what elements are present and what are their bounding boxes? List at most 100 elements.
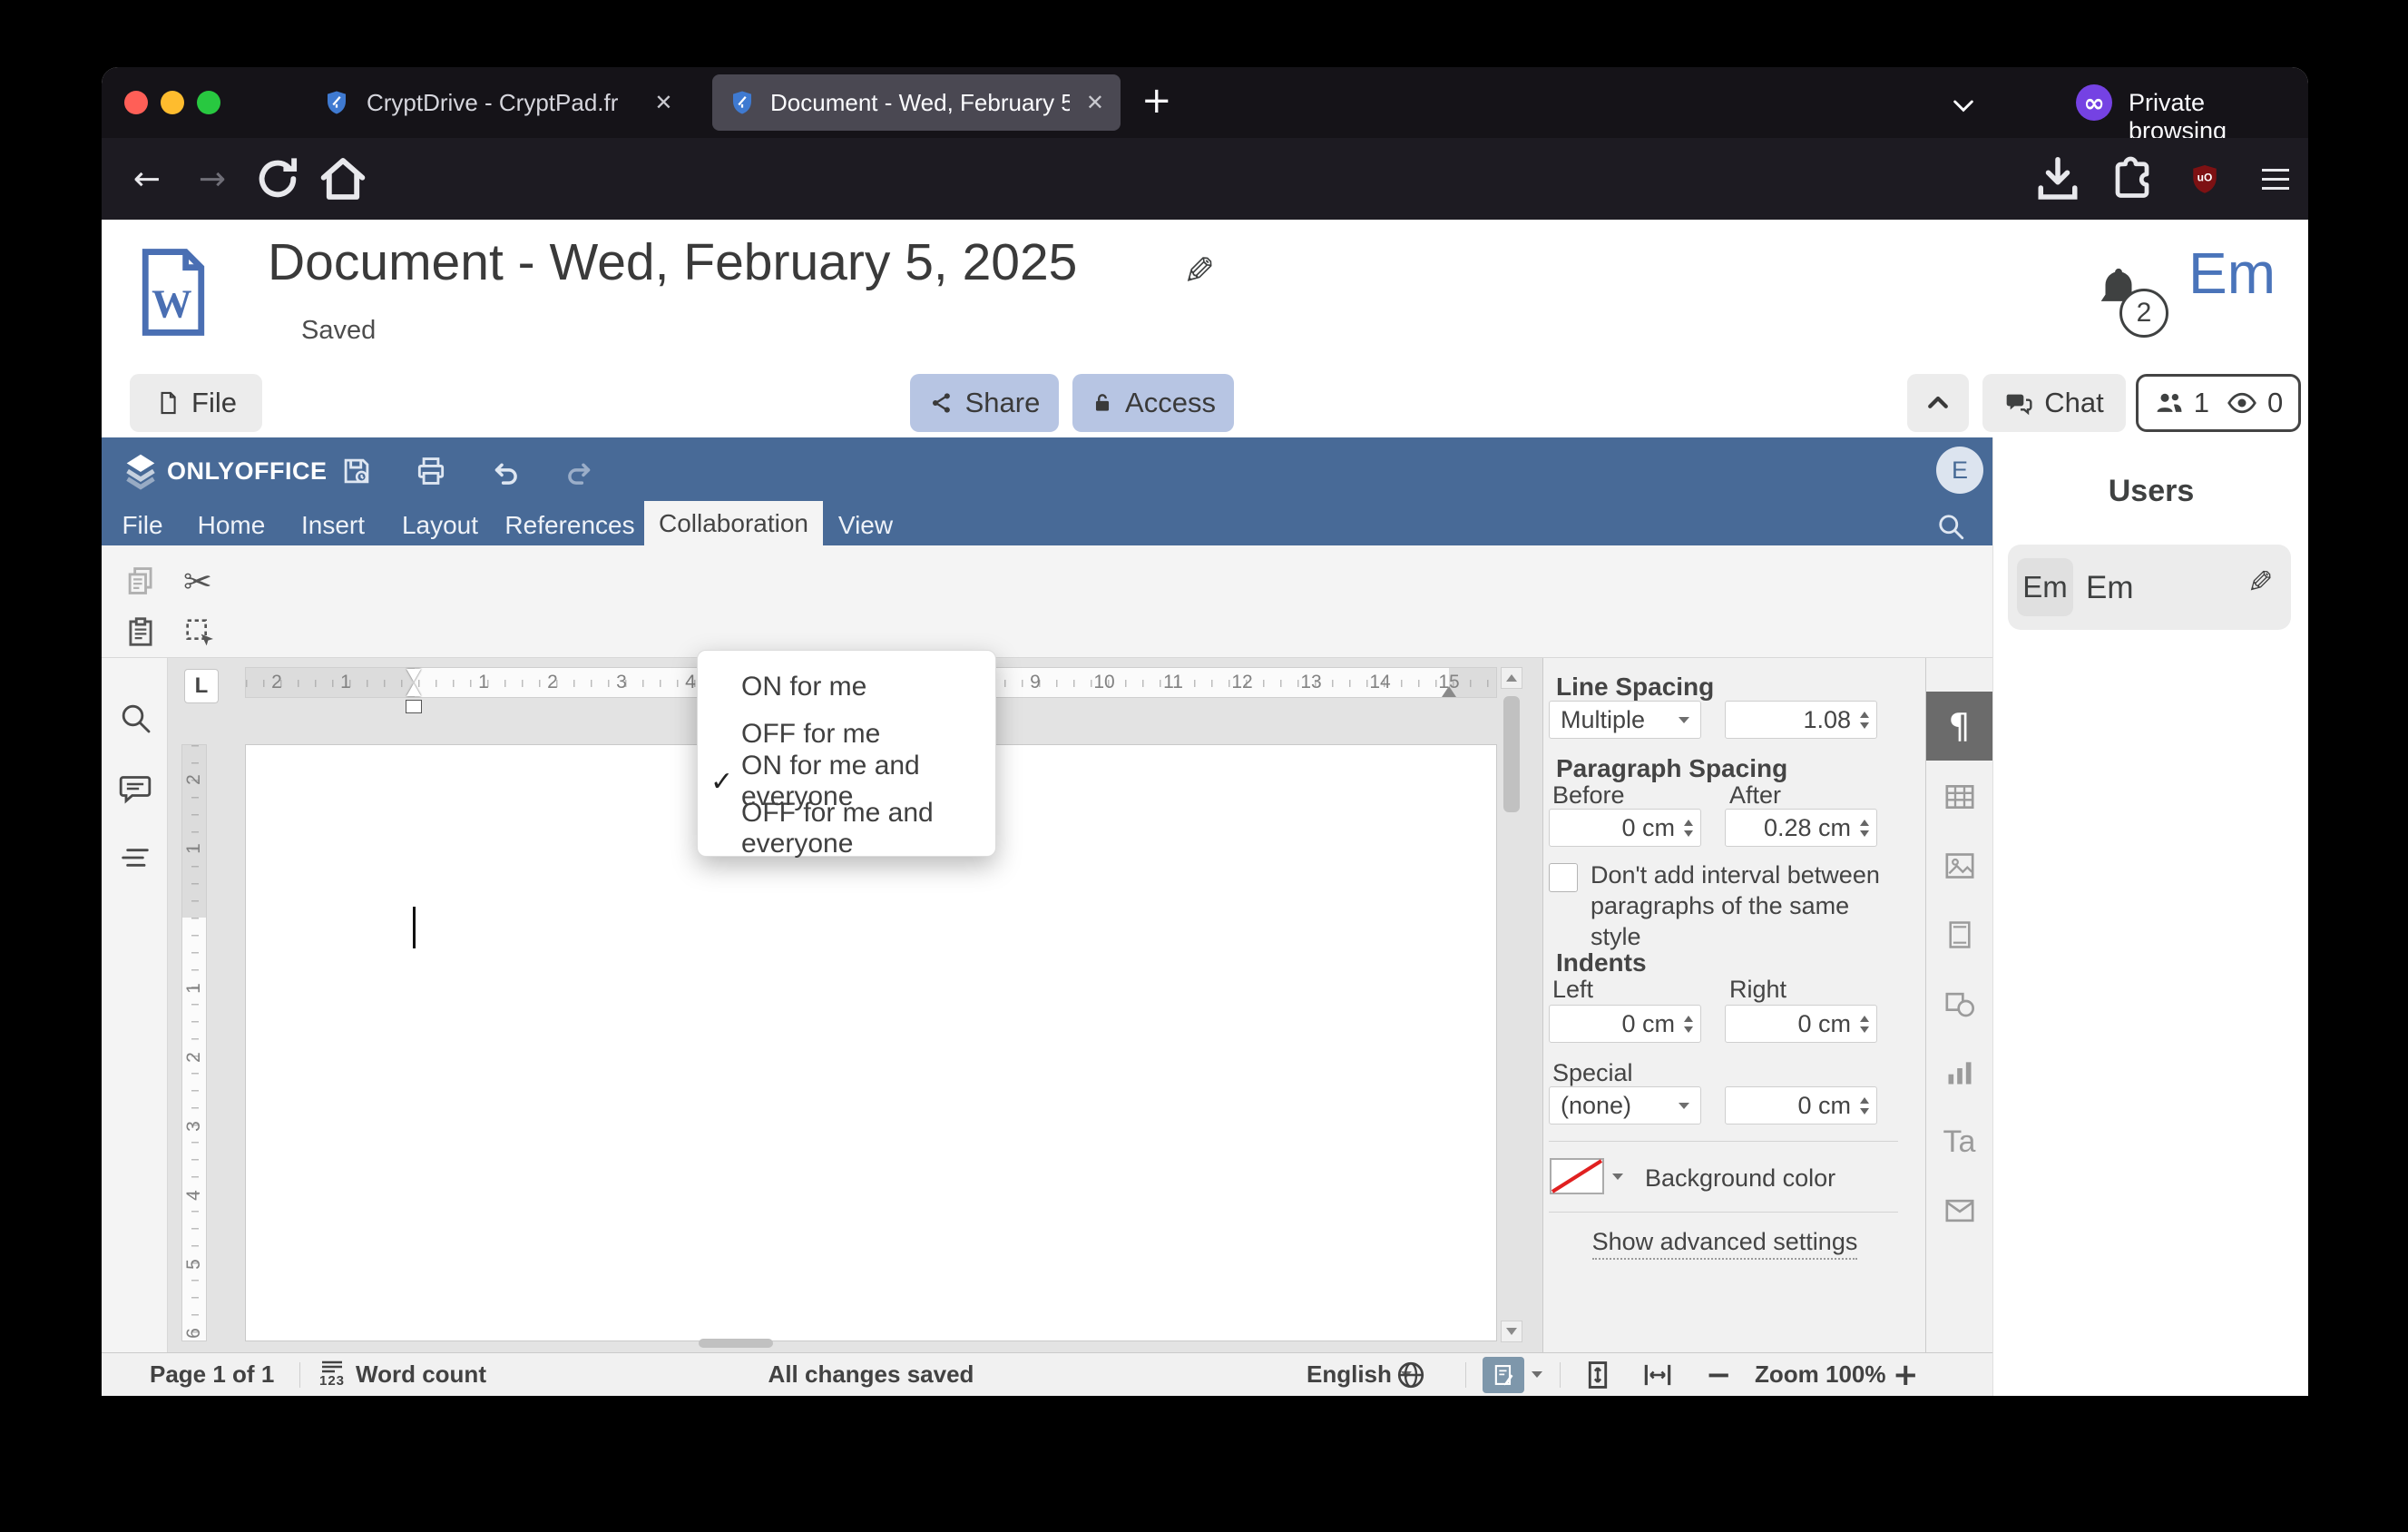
dropdown-item-on-for-me[interactable]: ON for me <box>698 663 995 711</box>
document-title[interactable]: Document - Wed, February 5, 2025 <box>268 232 1077 292</box>
new-tab-button[interactable]: + <box>1141 80 1172 122</box>
background-color-picker[interactable] <box>1549 1156 1629 1196</box>
file-button[interactable]: File <box>130 374 262 432</box>
minimize-window-button[interactable] <box>161 91 184 114</box>
line-spacing-label: Line Spacing <box>1556 673 1715 701</box>
special-select[interactable]: (none) <box>1549 1086 1701 1124</box>
select-all-icon[interactable] <box>181 614 218 651</box>
save-icon[interactable] <box>339 454 374 488</box>
scroll-down-arrow[interactable] <box>1501 1321 1522 1342</box>
textart-settings-icon[interactable]: Ta <box>1926 1107 1992 1176</box>
share-button[interactable]: Share <box>910 374 1059 432</box>
cryptpad-action-row: File Share Access Chat 1 0 <box>102 372 2308 437</box>
undo-icon[interactable] <box>488 456 523 490</box>
ublock-origin-icon[interactable]: uO <box>2178 138 2232 220</box>
zoom-in-button[interactable]: + <box>1893 1353 1919 1396</box>
advanced-settings-link[interactable]: Show advanced settings <box>1543 1228 1906 1260</box>
track-toggle-chevron-icon[interactable] <box>1532 1371 1542 1378</box>
spellcheck-globe-icon[interactable] <box>1395 1353 1427 1396</box>
tab-layout[interactable]: Layout <box>402 505 478 545</box>
tab-stop-selector[interactable]: L <box>184 669 219 703</box>
ruler-number: 1 <box>183 843 204 854</box>
indent-right-spinner[interactable]: 0 cm <box>1725 1005 1877 1043</box>
tab-collaboration-active[interactable]: Collaboration <box>644 501 823 545</box>
track-changes-toggle[interactable] <box>1483 1357 1524 1393</box>
page-indicator[interactable]: Page 1 of 1 <box>150 1353 274 1396</box>
tab-view[interactable]: View <box>838 505 893 545</box>
mail-merge-icon[interactable] <box>1926 1176 1992 1245</box>
print-icon[interactable] <box>414 454 448 488</box>
tab-home[interactable]: Home <box>196 505 267 545</box>
paste-icon[interactable] <box>123 614 158 649</box>
horizontal-scrollbar-thumb[interactable] <box>699 1339 773 1348</box>
spacing-before-spinner[interactable]: 0 cm <box>1549 809 1701 847</box>
close-window-button[interactable] <box>124 91 148 114</box>
tab-cryptdrive[interactable]: CryptDrive - CryptPad.fr ✕ <box>308 74 708 131</box>
home-button[interactable] <box>314 138 372 220</box>
indent-marker[interactable] <box>406 669 422 713</box>
scrollbar-thumb[interactable] <box>1503 696 1520 812</box>
status-bar: Page 1 of 1 123 Word count All changes s… <box>102 1352 1992 1396</box>
lock-icon <box>1095 394 1110 411</box>
ruler-number: 2 <box>271 672 282 692</box>
image-settings-icon[interactable] <box>1926 831 1992 900</box>
fit-width-button[interactable] <box>1640 1353 1675 1396</box>
zoom-level: Zoom 100% <box>1755 1360 1886 1388</box>
scroll-up-arrow[interactable] <box>1501 667 1522 689</box>
tab-references[interactable]: References <box>504 505 634 545</box>
tab-title: CryptDrive - CryptPad.fr <box>367 88 619 116</box>
menu-hamburger-button[interactable] <box>2248 138 2303 220</box>
access-button[interactable]: Access <box>1072 374 1234 432</box>
interval-checkbox[interactable] <box>1549 863 1578 892</box>
dropdown-item-off-for-everyone[interactable]: OFF for me and everyone <box>698 798 995 859</box>
chart-settings-icon[interactable] <box>1926 1038 1992 1107</box>
cryptpad-header: W Document - Wed, February 5, 2025 ✎ Sav… <box>102 220 2308 372</box>
forward-button[interactable]: → <box>183 138 241 220</box>
editor-user-avatar[interactable]: E <box>1936 447 1983 494</box>
fit-page-button[interactable] <box>1581 1353 1615 1396</box>
tab-document-active[interactable]: Document - Wed, February 5, 2 ✕ <box>712 74 1121 131</box>
zoom-out-button[interactable]: − <box>1706 1353 1732 1396</box>
editors-count: 1 <box>2193 387 2209 418</box>
line-spacing-spinner[interactable]: 1.08 <box>1725 701 1877 739</box>
right-indent-marker[interactable] <box>1442 686 1456 697</box>
navigation-headings-icon[interactable] <box>117 840 153 876</box>
close-tab-icon[interactable]: ✕ <box>1086 90 1104 115</box>
header-footer-settings-icon[interactable] <box>1926 900 1992 969</box>
cut-icon[interactable]: ✂ <box>183 562 212 602</box>
collapse-toolbar-button[interactable] <box>1907 374 1969 432</box>
tab-insert[interactable]: Insert <box>296 505 370 545</box>
shape-settings-icon[interactable] <box>1926 969 1992 1038</box>
list-tabs-chevron-icon[interactable] <box>1949 91 1978 120</box>
comments-icon[interactable] <box>117 771 153 807</box>
edit-title-pencil-icon[interactable]: ✎ <box>1183 249 1215 293</box>
special-spinner[interactable]: 0 cm <box>1725 1086 1877 1124</box>
redo-icon[interactable] <box>563 456 597 490</box>
tab-file[interactable]: File <box>114 505 171 545</box>
chevron-up-icon <box>1928 396 1948 408</box>
downloads-button[interactable] <box>2031 138 2085 220</box>
users-panel-title: Users <box>2108 474 2195 508</box>
back-button[interactable]: ← <box>118 138 176 220</box>
reload-button[interactable] <box>249 138 307 220</box>
table-settings-icon[interactable] <box>1926 762 1992 831</box>
share-icon <box>932 393 950 413</box>
edit-user-pencil-icon[interactable]: ✎ <box>2247 565 2274 601</box>
indent-left-spinner[interactable]: 0 cm <box>1549 1005 1701 1043</box>
close-tab-icon[interactable]: ✕ <box>654 90 672 115</box>
presence-counter[interactable]: 1 0 <box>2136 374 2301 432</box>
word-count-button[interactable]: 123 Word count <box>319 1353 486 1396</box>
search-icon[interactable] <box>117 700 153 736</box>
line-spacing-select[interactable]: Multiple <box>1549 701 1701 739</box>
search-icon[interactable] <box>1934 510 1967 543</box>
spacing-after-spinner[interactable]: 0.28 cm <box>1725 809 1877 847</box>
vertical-scrollbar[interactable] <box>1501 667 1522 1342</box>
chat-button[interactable]: Chat <box>1982 374 2126 432</box>
user-avatar-text[interactable]: Em <box>2188 240 2276 307</box>
extensions-icon[interactable] <box>2105 138 2159 220</box>
copy-icon[interactable] <box>123 564 158 598</box>
maximize-window-button[interactable] <box>197 91 220 114</box>
user-list-item[interactable]: Em Em ✎ <box>2008 545 2291 630</box>
paragraph-settings-icon[interactable]: ¶ <box>1926 692 1992 761</box>
interval-checkbox-label[interactable]: Don't add interval between paragraphs of… <box>1591 859 1890 952</box>
